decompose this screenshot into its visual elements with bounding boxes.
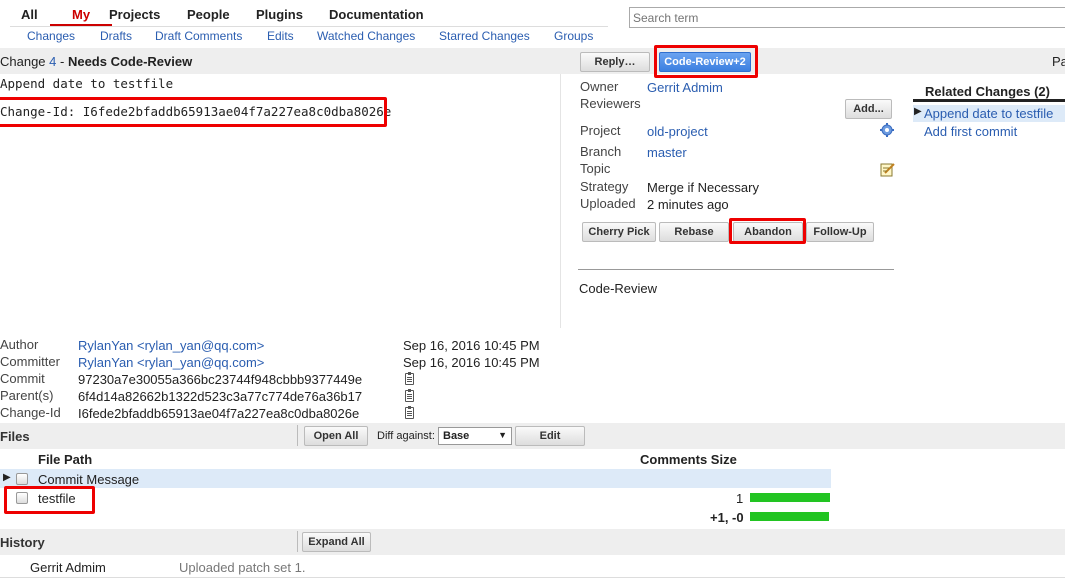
copy-parent-icon[interactable] xyxy=(405,389,414,402)
copy-changeid-icon[interactable] xyxy=(405,406,414,419)
author-link[interactable]: RylanYan <rylan_yan@qq.com> xyxy=(78,338,264,353)
highlight-abandon xyxy=(729,218,806,244)
committer-label: Committer xyxy=(0,354,60,369)
edit-button[interactable]: Edit xyxy=(515,426,585,446)
change-title: Change 4 - Needs Code-Review xyxy=(0,54,192,69)
subnav-watched-changes[interactable]: Watched Changes xyxy=(317,29,415,43)
committer-date: Sep 16, 2016 10:45 PM xyxy=(403,355,540,370)
diff-against-label: Diff against: xyxy=(377,430,435,442)
subnav-groups[interactable]: Groups xyxy=(554,29,593,43)
file-path-header: File Path xyxy=(38,452,93,467)
owner-link[interactable]: Gerrit Admim xyxy=(647,80,723,95)
subnav-starred-changes[interactable]: Starred Changes xyxy=(439,29,530,43)
comments-size-header: Comments Size xyxy=(640,452,737,467)
commit-label: Commit xyxy=(0,371,45,386)
topic-label: Topic xyxy=(580,161,611,176)
commit-sha: 97230a7e30055a366bc23744f948cbbb9377449e xyxy=(78,372,363,387)
gear-icon[interactable] xyxy=(880,123,894,137)
parents-label: Parent(s) xyxy=(0,388,54,403)
history-summary: Uploaded patch set 1. xyxy=(179,560,306,575)
message-divider xyxy=(560,74,561,328)
project-label: Project xyxy=(580,123,621,138)
diff-against-select[interactable]: Base ▼ xyxy=(438,427,512,445)
subnav-drafts[interactable]: Drafts xyxy=(100,29,132,43)
strategy-value: Merge if Necessary xyxy=(647,180,759,195)
files-sep xyxy=(297,425,298,446)
history-header-bar xyxy=(0,529,1065,555)
copy-commit-icon[interactable] xyxy=(405,372,414,385)
size-bar xyxy=(750,493,830,502)
expand-all-button[interactable]: Expand All xyxy=(302,532,371,552)
uploaded-label: Uploaded xyxy=(580,196,636,211)
sub-nav: Changes Drafts Draft Comments Edits Watc… xyxy=(10,26,608,46)
author-label: Author xyxy=(0,337,39,352)
patch-sets-label[interactable]: Pa xyxy=(1052,54,1065,69)
nav-my[interactable]: My xyxy=(50,7,113,26)
highlight-change-id xyxy=(0,97,387,127)
changeid-value: I6fede2bfaddb65913ae04f7a227ea8c0dba8026… xyxy=(78,406,360,421)
branch-label: Branch xyxy=(580,144,622,159)
changeid-label: Change-Id xyxy=(0,405,61,420)
uploaded-value: 2 minutes ago xyxy=(647,197,729,212)
dropdown-arrow-icon: ▼ xyxy=(498,430,507,440)
committer-link[interactable]: RylanYan <rylan_yan@qq.com> xyxy=(78,355,264,370)
file-commit-message[interactable]: Commit Message xyxy=(38,472,139,487)
author-date: Sep 16, 2016 10:45 PM xyxy=(403,338,540,353)
related-item-append-date[interactable]: Append date to testfile xyxy=(924,106,1053,121)
nav-people[interactable]: People xyxy=(187,7,230,22)
nav-projects[interactable]: Projects xyxy=(109,7,160,22)
related-item-add-first-commit[interactable]: Add first commit xyxy=(924,124,1017,139)
nav-plugins[interactable]: Plugins xyxy=(256,7,303,22)
current-file-arrow-icon: ▶ xyxy=(3,472,11,483)
file-size-count: 1 xyxy=(736,491,744,506)
change-prefix: Change xyxy=(0,54,50,69)
total-size-bar xyxy=(750,512,829,521)
follow-up-button[interactable]: Follow-Up xyxy=(806,222,874,242)
subnav-draft-comments[interactable]: Draft Comments xyxy=(155,29,242,43)
history-title: History xyxy=(0,535,45,550)
nav-documentation[interactable]: Documentation xyxy=(329,7,424,22)
related-changes-tab[interactable]: Related Changes (2) xyxy=(913,84,1065,102)
files-title: Files xyxy=(0,429,30,444)
reviewed-checkbox[interactable] xyxy=(16,473,28,485)
change-status: Needs Code-Review xyxy=(67,54,193,69)
parent-sha: 6f4d14a82662b1322d523c3a77c774de76a36b17 xyxy=(78,389,363,404)
history-sep xyxy=(297,531,298,552)
branch-link[interactable]: master xyxy=(647,145,687,160)
strategy-label: Strategy xyxy=(580,179,629,194)
commit-message-subject: Append date to testfile xyxy=(0,76,174,91)
search-input[interactable] xyxy=(629,7,1065,28)
open-all-button[interactable]: Open All xyxy=(304,426,368,446)
total-size: +1, -0 xyxy=(710,510,744,525)
subnav-changes[interactable]: Changes xyxy=(27,29,75,43)
history-entry[interactable] xyxy=(0,556,1065,578)
highlight-code-review xyxy=(654,45,758,78)
owner-label: Owner xyxy=(580,79,619,94)
current-arrow-icon: ▶ xyxy=(914,106,922,117)
nav-all[interactable]: All xyxy=(21,7,38,22)
code-review-label: Code-Review xyxy=(579,281,658,296)
edit-topic-icon[interactable] xyxy=(880,162,895,177)
add-reviewer-button[interactable]: Add... xyxy=(845,99,892,119)
diff-against-value: Base xyxy=(443,430,470,442)
change-sep: - xyxy=(56,54,68,69)
highlight-testfile xyxy=(4,486,95,514)
labels-divider xyxy=(578,269,894,270)
history-author: Gerrit Admim xyxy=(30,560,106,575)
reviewers-label: Reviewers xyxy=(580,96,641,111)
subnav-edits[interactable]: Edits xyxy=(267,29,294,43)
project-link[interactable]: old-project xyxy=(647,124,708,139)
reply-button[interactable]: Reply… xyxy=(580,52,650,72)
cherry-pick-button[interactable]: Cherry Pick xyxy=(582,222,656,242)
rebase-button[interactable]: Rebase xyxy=(659,222,729,242)
